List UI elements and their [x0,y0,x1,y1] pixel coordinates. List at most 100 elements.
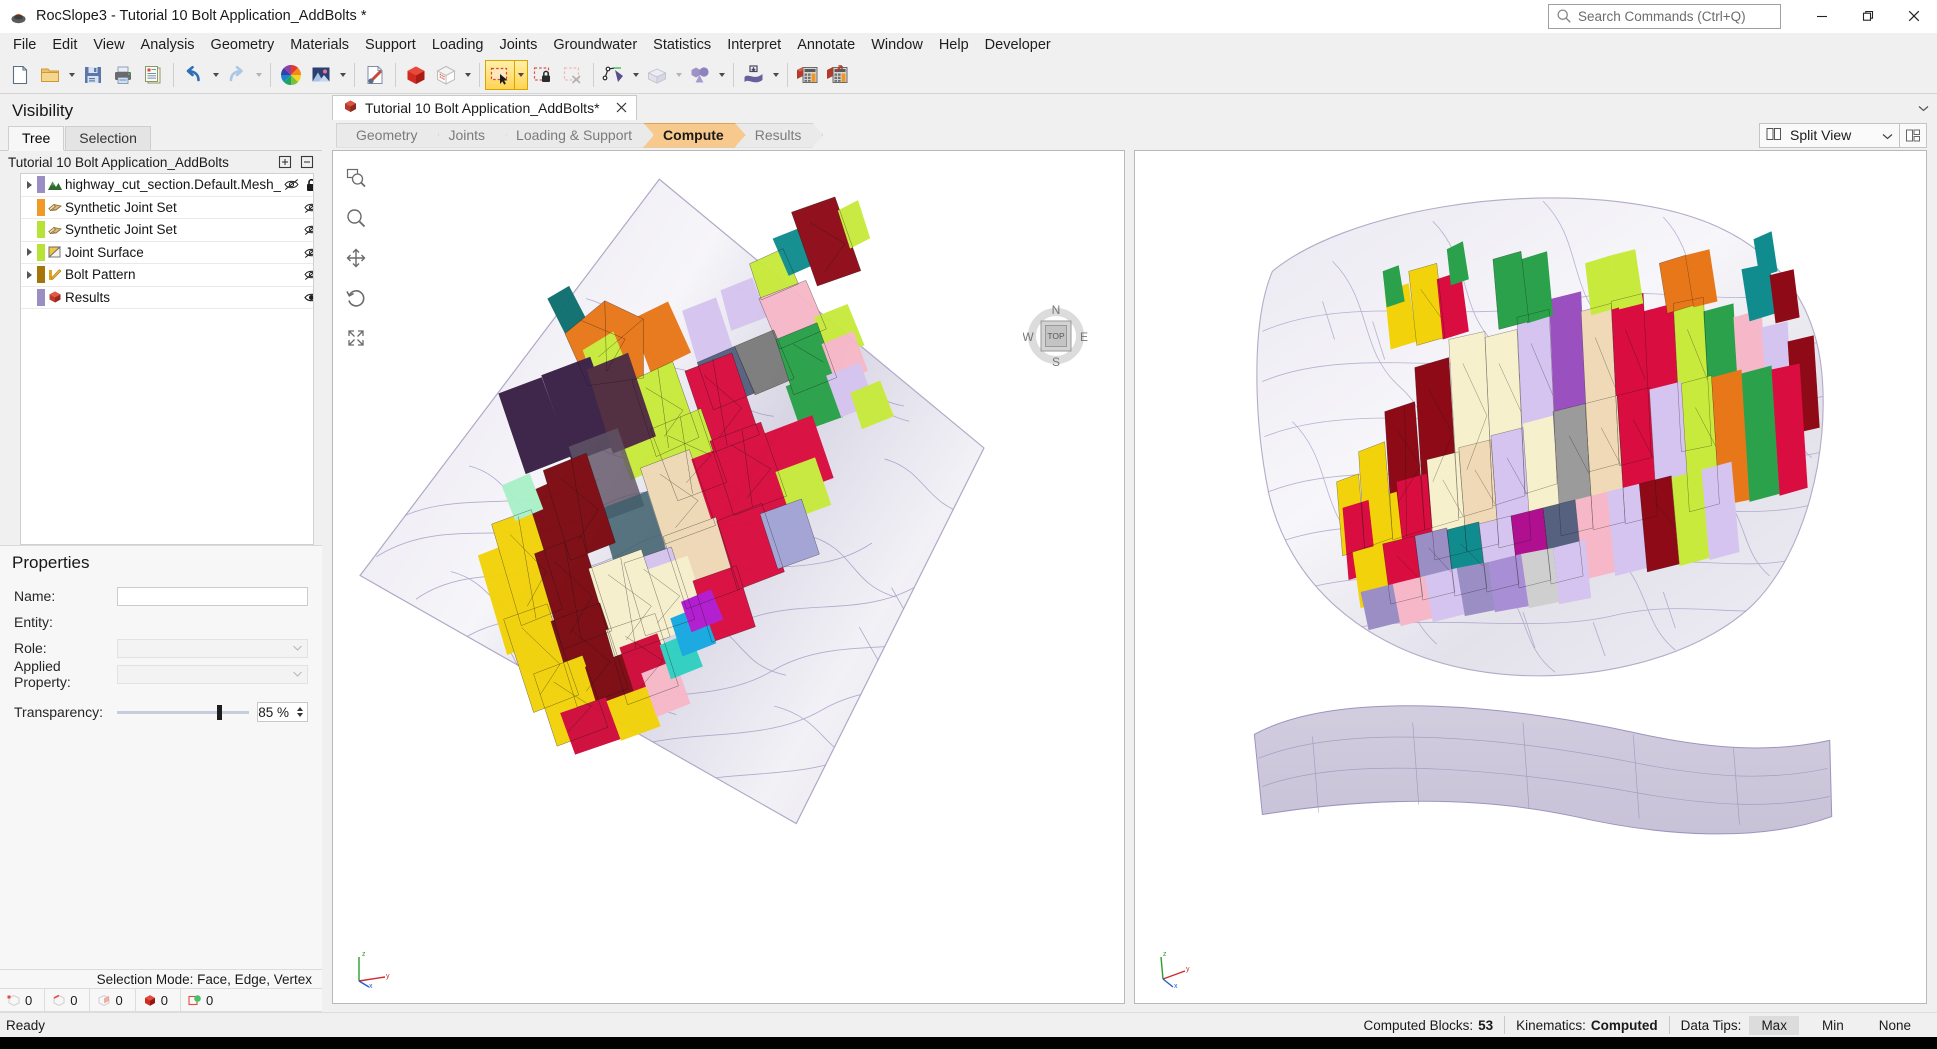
solid-counter[interactable]: 0 [136,989,181,1011]
data-tips-none-button[interactable]: None [1867,1016,1923,1035]
menu-geometry[interactable]: Geometry [203,34,283,57]
undo-dropdown-arrow[interactable] [209,60,222,90]
undo-icon[interactable] [179,60,209,90]
zoom-icon[interactable] [343,205,369,231]
name-field[interactable] [117,586,308,606]
menu-view[interactable]: View [85,34,132,57]
mesh-dropdown-arrow[interactable] [461,60,474,90]
redo-icon[interactable] [222,60,252,90]
close-icon[interactable] [616,100,627,117]
pan-icon[interactable] [343,245,369,271]
stepper-buttons[interactable] [293,707,307,717]
tree-item-mesh[interactable]: highway_cut_section.Default.Mesh_ [21,174,313,197]
eye-visible-icon[interactable] [301,291,313,304]
report-icon[interactable] [138,60,168,90]
slider-knob[interactable] [217,704,223,720]
slider-track[interactable] [117,704,249,720]
zoom-window-icon[interactable] [343,165,369,191]
view-compass[interactable]: TOP N S E W [1022,303,1089,369]
block-counter[interactable]: 0 [181,989,225,1011]
boolean-dropdown-arrow[interactable] [715,60,728,90]
workflow-step-joints[interactable]: Joints [428,123,507,148]
polyline-dropdown-arrow[interactable] [629,60,642,90]
chevron-down-icon[interactable] [1882,127,1893,143]
tree-item-results[interactable]: Results [21,286,313,309]
stepper-down-icon[interactable] [297,713,303,717]
surface-dropdown-arrow[interactable] [769,60,782,90]
restore-button[interactable] [1845,0,1891,33]
open-folder-icon[interactable] [35,60,65,90]
expand-all-icon[interactable] [276,153,294,171]
workflow-step-results[interactable]: Results [735,123,824,148]
print-icon[interactable] [108,60,138,90]
select-dropdown-arrow[interactable] [515,60,528,90]
viewport-right[interactable]: z y x [1134,150,1927,1004]
data-tips-max-button[interactable]: Max [1749,1015,1799,1035]
menu-support[interactable]: Support [357,34,424,57]
expand-arrow-icon[interactable] [21,248,37,257]
role-select[interactable] [117,638,308,658]
solid-cube-icon[interactable] [401,60,431,90]
minimize-button[interactable] [1799,0,1845,33]
boolean-shapes-icon[interactable] [685,60,715,90]
eye-hidden-icon[interactable] [281,178,301,191]
open-dropdown-arrow[interactable] [65,60,78,90]
tree-item-bolt-pattern[interactable]: Bolt Pattern [21,264,313,287]
face-counter[interactable]: 0 [90,989,136,1011]
wireframe-cube-icon[interactable] [431,60,461,90]
lock-selection-icon[interactable] [528,60,558,90]
chevron-down-icon[interactable] [1918,99,1929,116]
stepper-up-icon[interactable] [297,707,303,711]
split-view-selector[interactable]: Split View [1759,122,1900,148]
transparency-slider[interactable]: 85 % [117,702,308,722]
applied-property-select[interactable] [117,664,308,684]
close-button[interactable] [1891,0,1937,33]
surface-icon[interactable] [739,60,769,90]
image-icon[interactable] [306,60,336,90]
menu-interpret[interactable]: Interpret [719,34,789,57]
menu-statistics[interactable]: Statistics [645,34,719,57]
box-geometry-icon[interactable] [642,60,672,90]
tab-selection[interactable]: Selection [65,126,151,150]
menu-joints[interactable]: Joints [491,34,545,57]
transparency-stepper[interactable]: 85 % [257,702,308,722]
tab-tree[interactable]: Tree [8,126,65,151]
menu-window[interactable]: Window [863,34,931,57]
document-tab[interactable]: Tutorial 10 Bolt Application_AddBolts* [332,95,637,120]
menu-edit[interactable]: Edit [44,34,85,57]
menu-help[interactable]: Help [931,34,977,57]
vertex-counter[interactable]: 0 [0,989,46,1011]
edge-counter[interactable]: 0 [45,989,91,1011]
menu-loading[interactable]: Loading [424,34,492,57]
tree-item-joint-surface[interactable]: Joint Surface [21,241,313,264]
menu-analysis[interactable]: Analysis [133,34,203,57]
rotate-icon[interactable] [343,285,369,311]
image-dropdown-arrow[interactable] [336,60,349,90]
select-rectangle-icon[interactable] [485,60,515,90]
color-wheel-icon[interactable] [276,60,306,90]
workflow-step-loading-support[interactable]: Loading & Support [496,123,654,148]
save-icon[interactable] [78,60,108,90]
tree-item-synthetic-joint-set-2[interactable]: Synthetic Joint Set [21,219,313,242]
project-settings-icon[interactable] [360,60,390,90]
collapse-all-icon[interactable] [298,153,316,171]
expand-arrow-icon[interactable] [21,180,37,189]
data-tips-min-button[interactable]: Min [1810,1016,1856,1035]
eye-hidden-icon[interactable] [301,201,313,214]
viewport-left[interactable]: TOP N S E W z y x [332,150,1125,1004]
menu-groundwater[interactable]: Groundwater [545,34,645,57]
menu-developer[interactable]: Developer [977,34,1059,57]
workflow-step-geometry[interactable]: Geometry [336,123,439,148]
menu-materials[interactable]: Materials [282,34,357,57]
zoom-all-icon[interactable] [343,325,369,351]
search-commands-box[interactable]: Search Commands (Ctrl+Q) [1548,3,1781,29]
view-layout-icon[interactable] [1900,122,1927,148]
lock-icon[interactable] [301,178,313,192]
expand-arrow-icon[interactable] [21,270,37,279]
eye-hidden-icon[interactable] [301,223,313,236]
polyline-pen-icon[interactable] [599,60,629,90]
search-input[interactable]: Search Commands (Ctrl+Q) [1578,9,1746,24]
new-file-icon[interactable] [5,60,35,90]
interpret-icon[interactable] [823,60,853,90]
menu-annotate[interactable]: Annotate [789,34,863,57]
